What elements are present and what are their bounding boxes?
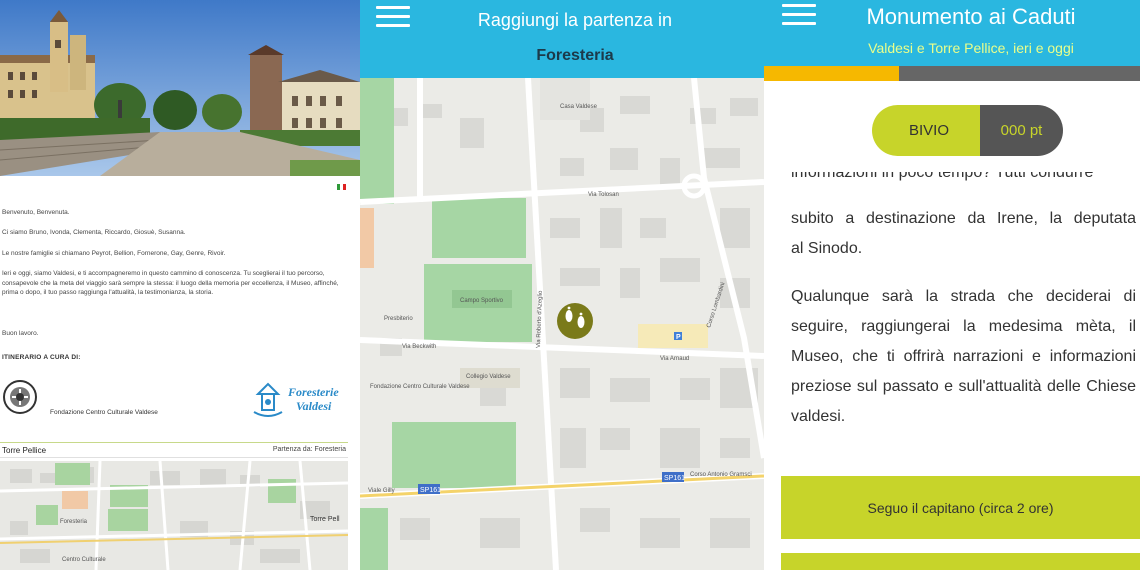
map-info-bar: Torre Pellice Partenza da: Foresteria bbox=[0, 442, 348, 458]
intro-screen: Benvenuto, Benvenuta. Ci siamo Bruno, Iv… bbox=[0, 0, 360, 570]
street-label: Viale Gilly bbox=[368, 488, 395, 494]
map-place-label: Campo Sportivo bbox=[460, 298, 504, 304]
foresterie-logo: Foresterie Valdesi bbox=[250, 376, 350, 426]
intro-greeting: Benvenuto, Benvenuta. bbox=[2, 209, 70, 216]
story-subtitle: Valdesi e Torre Pellice, ieri e oggi bbox=[868, 40, 1074, 56]
map-place-label: Presbiterio bbox=[384, 316, 413, 322]
map-screen: Raggiungi la partenza in Foresteria SP16… bbox=[360, 0, 764, 570]
footprints-pin-icon bbox=[557, 303, 593, 339]
mini-map-centro-label: Centro Culturale bbox=[62, 557, 106, 563]
mini-map-town-label: Torre Pell bbox=[310, 516, 340, 523]
story-paragraph-2: Qualunque sarà la strada che deciderai d… bbox=[791, 288, 1136, 425]
story-paragraph-1: subito a destinazione da Irene, la deput… bbox=[791, 204, 1136, 264]
torre-pellice-photo bbox=[0, 0, 360, 176]
story-progress-fill bbox=[764, 66, 900, 81]
foresterie-text: Foresterie bbox=[287, 385, 339, 399]
intro-names: Ci siamo Bruno, Ivonda, Clementa, Riccar… bbox=[2, 229, 186, 236]
story-text-cut: informazioni in poco tempo? Tutti condur… bbox=[791, 172, 1136, 196]
street-label: Via Beckwith bbox=[402, 344, 436, 350]
street-label: Corso Antonio Gramsci bbox=[690, 472, 752, 478]
intro-closing: Buon lavoro. bbox=[2, 330, 39, 337]
story-progress-bar bbox=[764, 66, 1140, 81]
italian-flag-icon[interactable] bbox=[337, 184, 346, 190]
choice-follow-captain-button[interactable]: Seguo il capitano (circa 2 ore) bbox=[781, 476, 1140, 539]
hamburger-menu-icon[interactable] bbox=[782, 4, 816, 26]
fondazione-label: Fondazione Centro Culturale Valdese bbox=[50, 409, 158, 416]
hamburger-menu-icon[interactable] bbox=[376, 6, 410, 28]
story-p1-line2: al Sinodo. bbox=[791, 240, 863, 257]
map-title: Raggiungi la partenza in bbox=[477, 10, 673, 30]
road-shield-label-2: SP161 bbox=[664, 475, 685, 482]
map-start-label: Partenza da: Foresteria bbox=[272, 446, 346, 453]
story-title: Monumento ai Caduti bbox=[866, 4, 1076, 29]
map-place-label: Collegio Valdese bbox=[466, 374, 511, 380]
road-shield-label: SP161 bbox=[420, 487, 441, 494]
story-cut-line: informazioni in poco tempo? Tutti condur… bbox=[791, 172, 1094, 181]
map-town-label: Torre Pellice bbox=[2, 446, 47, 455]
navigation-map[interactable]: SP161 SP161 Via Tolosan Via Arnaud Viale… bbox=[360, 77, 764, 570]
story-header: Monumento ai Caduti Valdesi e Torre Pell… bbox=[764, 0, 1140, 66]
story-screen: Monumento ai Caduti Valdesi e Torre Pell… bbox=[764, 0, 1140, 570]
map-header: Raggiungi la partenza in Foresteria bbox=[360, 0, 764, 78]
street-label: Via Tolosan bbox=[588, 192, 619, 198]
itinerary-credits-title: ITINERARIO A CURA DI: bbox=[2, 354, 81, 361]
points-value: 000 pt bbox=[980, 105, 1063, 156]
intro-paragraph: Ieri e oggi, siamo Valdesi, e ti accompa… bbox=[2, 270, 339, 296]
choice-second-button[interactable] bbox=[781, 553, 1140, 570]
street-label: Via Arnaud bbox=[660, 356, 689, 362]
valdesi-text: Valdesi bbox=[296, 399, 332, 413]
map-place-label: Casa Valdese bbox=[560, 104, 598, 110]
fondazione-logo bbox=[2, 378, 42, 416]
intro-content: Benvenuto, Benvenuta. Ci siamo Bruno, Iv… bbox=[0, 176, 360, 570]
intro-families: Le nostre famiglie si chiamano Peyrot, B… bbox=[2, 250, 226, 257]
score-pill: BIVIO 000 pt bbox=[872, 105, 1063, 156]
mini-map[interactable]: Foresteria Torre Pell Centro Culturale bbox=[0, 461, 348, 570]
map-place-label: Fondazione Centro Culturale Valdese bbox=[370, 384, 470, 390]
mini-map-foresteria-label: Foresteria bbox=[60, 519, 88, 525]
bivio-label: BIVIO bbox=[872, 105, 980, 156]
story-p1-line1: subito a destinazione da Irene, la deput… bbox=[791, 210, 1136, 227]
map-destination: Foresteria bbox=[536, 47, 614, 64]
parking-letter: P bbox=[676, 334, 681, 341]
